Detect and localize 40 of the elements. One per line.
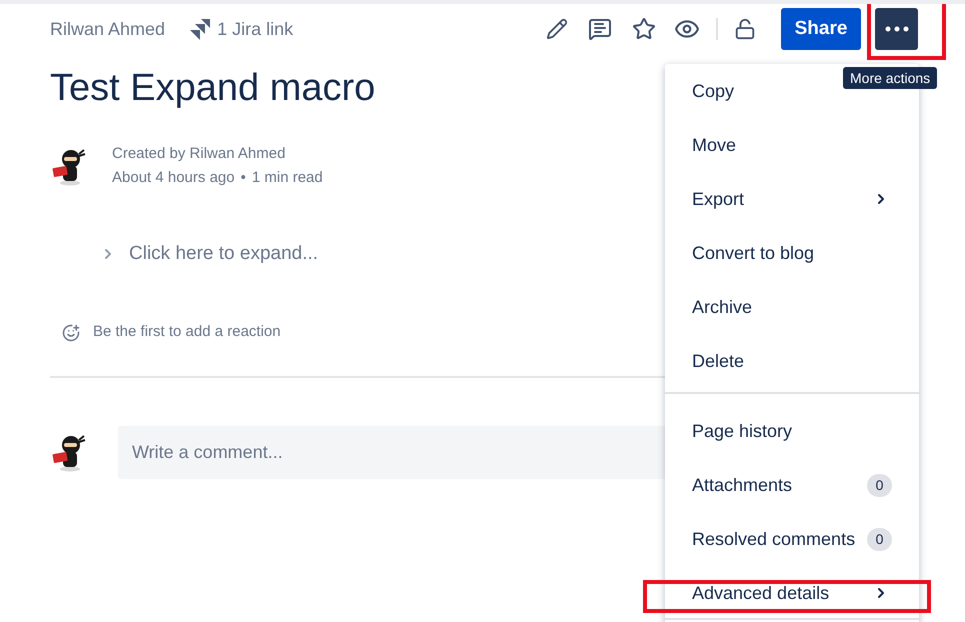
menu-item-label: Advanced details [692,582,830,604]
read-time: 1 min read [252,168,323,188]
reaction-prompt[interactable]: Be the first to add a reaction [93,321,281,344]
more-actions-button[interactable] [875,8,918,50]
menu-item-label: Convert to blog [692,242,814,265]
menu-item[interactable]: Delete [665,334,772,388]
share-button[interactable]: Share [781,8,861,50]
menu-item[interactable]: Advanced details [665,566,919,620]
edit-icon[interactable] [546,18,568,40]
menu-item-label: Export [692,188,744,211]
menu-item[interactable]: Convert to blog [665,226,842,280]
menu-item-label: Delete [692,350,744,372]
menu-item[interactable]: Copy [665,64,762,118]
more-icon [884,26,908,32]
expand-toggle[interactable]: Click here to expand... [100,240,665,268]
add-reaction-icon[interactable] [62,324,80,342]
menu-item-label: Move [692,134,736,156]
count-badge: 0 [867,528,892,550]
menu-item-label: Page history [692,420,792,443]
dot-separator: • [240,168,246,188]
jira-link[interactable]: 1 Jira link [217,16,294,42]
star-icon[interactable] [632,17,656,41]
page-title: Test Expand macro [50,68,376,110]
jira-icon [189,18,212,40]
menu-item[interactable]: Archive [665,280,780,334]
menu-item[interactable]: Export [665,172,919,226]
menu-item-label: Attachments [692,474,792,496]
byline: Created by Rilwan Ahmed [112,144,286,164]
unlock-icon[interactable] [734,18,756,40]
page-age: About 4 hours ago [112,168,235,188]
menu-item[interactable]: Move [665,118,764,172]
tooltip: More actions [843,67,938,89]
menu-item-label: Resolved comments [692,528,856,550]
expand-label: Click here to expand... [129,242,318,266]
menu-item-label: Archive [692,296,752,318]
menu-item-label: Copy [692,80,734,103]
comment-icon[interactable] [588,17,612,41]
menu-item[interactable]: Resolved comments 0 [665,512,919,566]
author-name[interactable]: Rilwan Ahmed [50,16,166,42]
count-badge: 0 [867,474,892,496]
